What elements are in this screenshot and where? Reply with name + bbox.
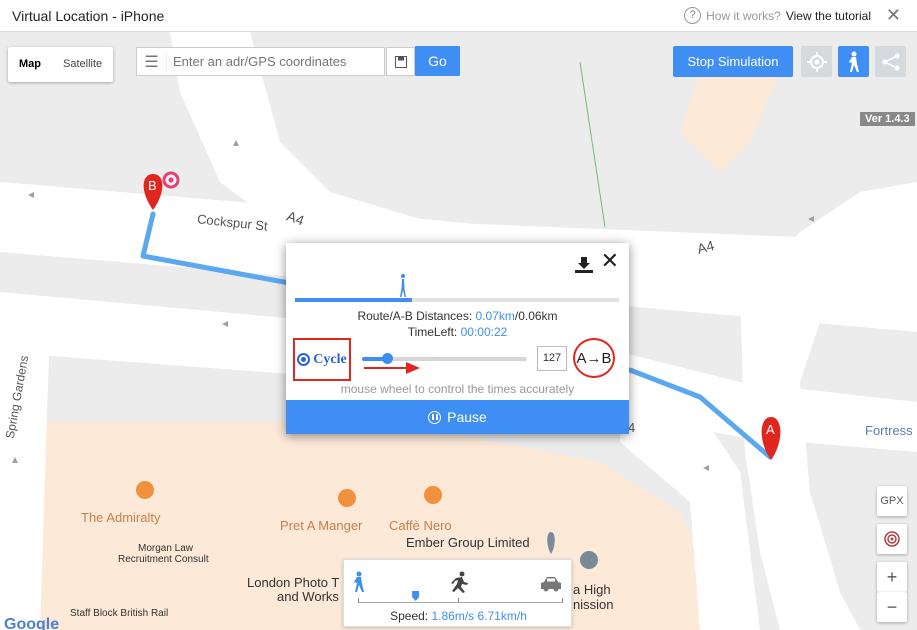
target-icon[interactable] — [877, 524, 907, 554]
times-input[interactable]: 127 — [537, 346, 567, 371]
list-icon[interactable]: ☰ — [137, 51, 167, 72]
title-bar: Virtual Location - iPhone ? How it works… — [0, 0, 917, 32]
close-icon[interactable]: ✕ — [886, 5, 901, 26]
version-badge: Ver 1.4.3 — [860, 112, 915, 126]
search-input[interactable] — [167, 54, 377, 69]
map-type-map[interactable]: Map — [8, 47, 52, 82]
poi-label: a High — [573, 582, 611, 597]
share-icon[interactable] — [875, 46, 906, 77]
poi-label: Morgan Law — [138, 543, 194, 554]
time-left-text: TimeLeft: 00:00:22 — [407, 325, 508, 339]
help-text: How it works? — [706, 8, 781, 23]
download-icon[interactable] — [574, 255, 594, 275]
cycle-option[interactable]: Cycle — [293, 338, 351, 381]
help-icon: ? — [684, 7, 702, 24]
google-logo: Google — [4, 616, 60, 630]
road-label: 4 — [628, 420, 636, 435]
save-button[interactable] — [386, 47, 415, 76]
poi-label: Ember Group Limited — [406, 535, 530, 550]
walker-progress-icon — [400, 274, 406, 297]
speed-control: Speed: 1.86m/s 6.71km/h — [343, 559, 572, 627]
zoom-in-button[interactable]: + — [877, 562, 907, 592]
speed-tick — [458, 598, 459, 603]
go-button[interactable]: Go — [415, 46, 460, 76]
tutorial-link[interactable]: View the tutorial — [786, 9, 871, 23]
place-label: Fortress — [865, 423, 913, 438]
a-to-b-option[interactable]: A→B — [573, 338, 615, 378]
poi-label: nission — [573, 597, 614, 612]
walk-speed-icon[interactable] — [351, 570, 367, 594]
pause-icon — [428, 410, 442, 424]
speed-tick — [562, 598, 563, 603]
speed-text: Speed: 1.86m/s 6.71km/h — [390, 609, 527, 623]
help-link[interactable]: ? How it works? View the tutorial — [684, 7, 871, 24]
poi-label: The Admiralty — [81, 510, 161, 525]
map-view[interactable]: Cockspur St A4 A4 4 Spring Gardens Fortr… — [0, 32, 917, 630]
car-speed-icon[interactable] — [540, 575, 562, 593]
marker-b-label: B — [148, 178, 157, 193]
map-type-control: Map Satellite — [8, 47, 114, 82]
poi-label: Caffè Nero — [389, 518, 452, 533]
poi-label: and Works — [277, 589, 339, 604]
route-panel: ✕ Route/A-B Distances: 0.07km/0.06km Tim… — [286, 243, 629, 434]
close-panel-icon[interactable]: ✕ — [601, 250, 619, 272]
gpx-button[interactable]: GPX — [877, 486, 907, 516]
crosshair-icon[interactable] — [801, 46, 832, 77]
zoom-out-button[interactable]: − — [877, 592, 907, 622]
poi-label: Recruitment Consult — [118, 554, 209, 565]
search-bar: ☰ — [136, 47, 385, 76]
radio-icon — [297, 353, 311, 366]
route-progress-track — [295, 298, 619, 302]
walk-icon[interactable] — [838, 46, 869, 77]
speed-tick — [358, 598, 359, 603]
marker-a-label: A — [766, 422, 775, 437]
stop-simulation-button[interactable]: Stop Simulation — [673, 46, 793, 77]
save-icon — [394, 56, 407, 68]
poi-label: London Photo T — [247, 575, 340, 590]
pause-button[interactable]: Pause — [286, 400, 629, 434]
map-type-satellite[interactable]: Satellite — [52, 47, 113, 82]
speed-slider-track[interactable] — [358, 602, 562, 603]
hint-text: mouse wheel to control the times accurat… — [340, 382, 575, 396]
window-title: Virtual Location - iPhone — [12, 8, 165, 24]
poi-label: Staff Block British Rail — [70, 608, 169, 619]
poi-label: Pret A Manger — [280, 518, 363, 533]
arrow-annotation-icon — [364, 362, 420, 374]
speed-slider-knob[interactable] — [412, 591, 420, 601]
run-speed-icon[interactable] — [447, 571, 471, 593]
route-progress-fill — [295, 298, 412, 302]
distance-text: Route/A-B Distances: 0.07km/0.06km — [357, 309, 558, 323]
